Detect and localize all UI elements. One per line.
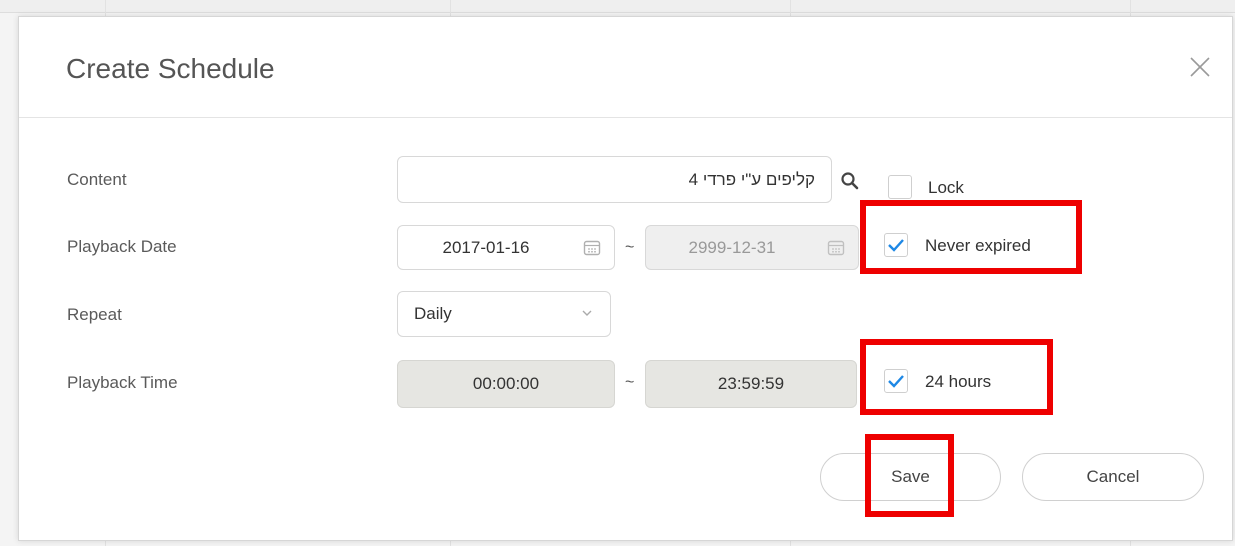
lock-checkbox[interactable] (888, 175, 912, 199)
chevron-down-icon (582, 310, 592, 316)
repeat-select[interactable]: Daily (397, 291, 611, 337)
time-range-separator: ~ (625, 374, 635, 391)
content-input[interactable]: קליפים ע"י פרדי 4 (397, 156, 832, 203)
save-button-highlight (865, 434, 954, 517)
never-expired-highlight (860, 200, 1082, 274)
end-time-input: 23:59:59 (645, 360, 857, 408)
calendar-icon[interactable] (582, 238, 602, 258)
content-label: Content (67, 170, 127, 189)
repeat-label: Repeat (67, 305, 122, 324)
search-icon (841, 172, 859, 190)
background-topbar (0, 0, 1235, 13)
cancel-button[interactable]: Cancel (1022, 453, 1204, 501)
start-date-input[interactable]: 2017-01-16 (397, 225, 615, 270)
playback-time-label: Playback Time (67, 373, 178, 392)
end-date-value: 2999-12-31 (688, 238, 776, 257)
repeat-value: Daily (414, 304, 452, 323)
search-button[interactable] (840, 171, 860, 191)
dialog-header: Create Schedule (19, 17, 1232, 118)
start-date-value: 2017-01-16 (442, 238, 530, 257)
24-hours-highlight (860, 339, 1053, 415)
playback-date-label: Playback Date (67, 237, 177, 256)
start-time-input: 00:00:00 (397, 360, 615, 408)
dialog-title: Create Schedule (66, 53, 275, 84)
close-button[interactable] (1186, 53, 1214, 81)
create-schedule-dialog: Create Schedule Content קליפים ע"י פרדי … (18, 16, 1233, 541)
close-icon (1190, 57, 1210, 77)
end-date-input: 2999-12-31 (645, 225, 859, 270)
calendar-icon (827, 240, 845, 256)
date-range-separator: ~ (625, 239, 635, 256)
lock-label: Lock (928, 178, 964, 197)
